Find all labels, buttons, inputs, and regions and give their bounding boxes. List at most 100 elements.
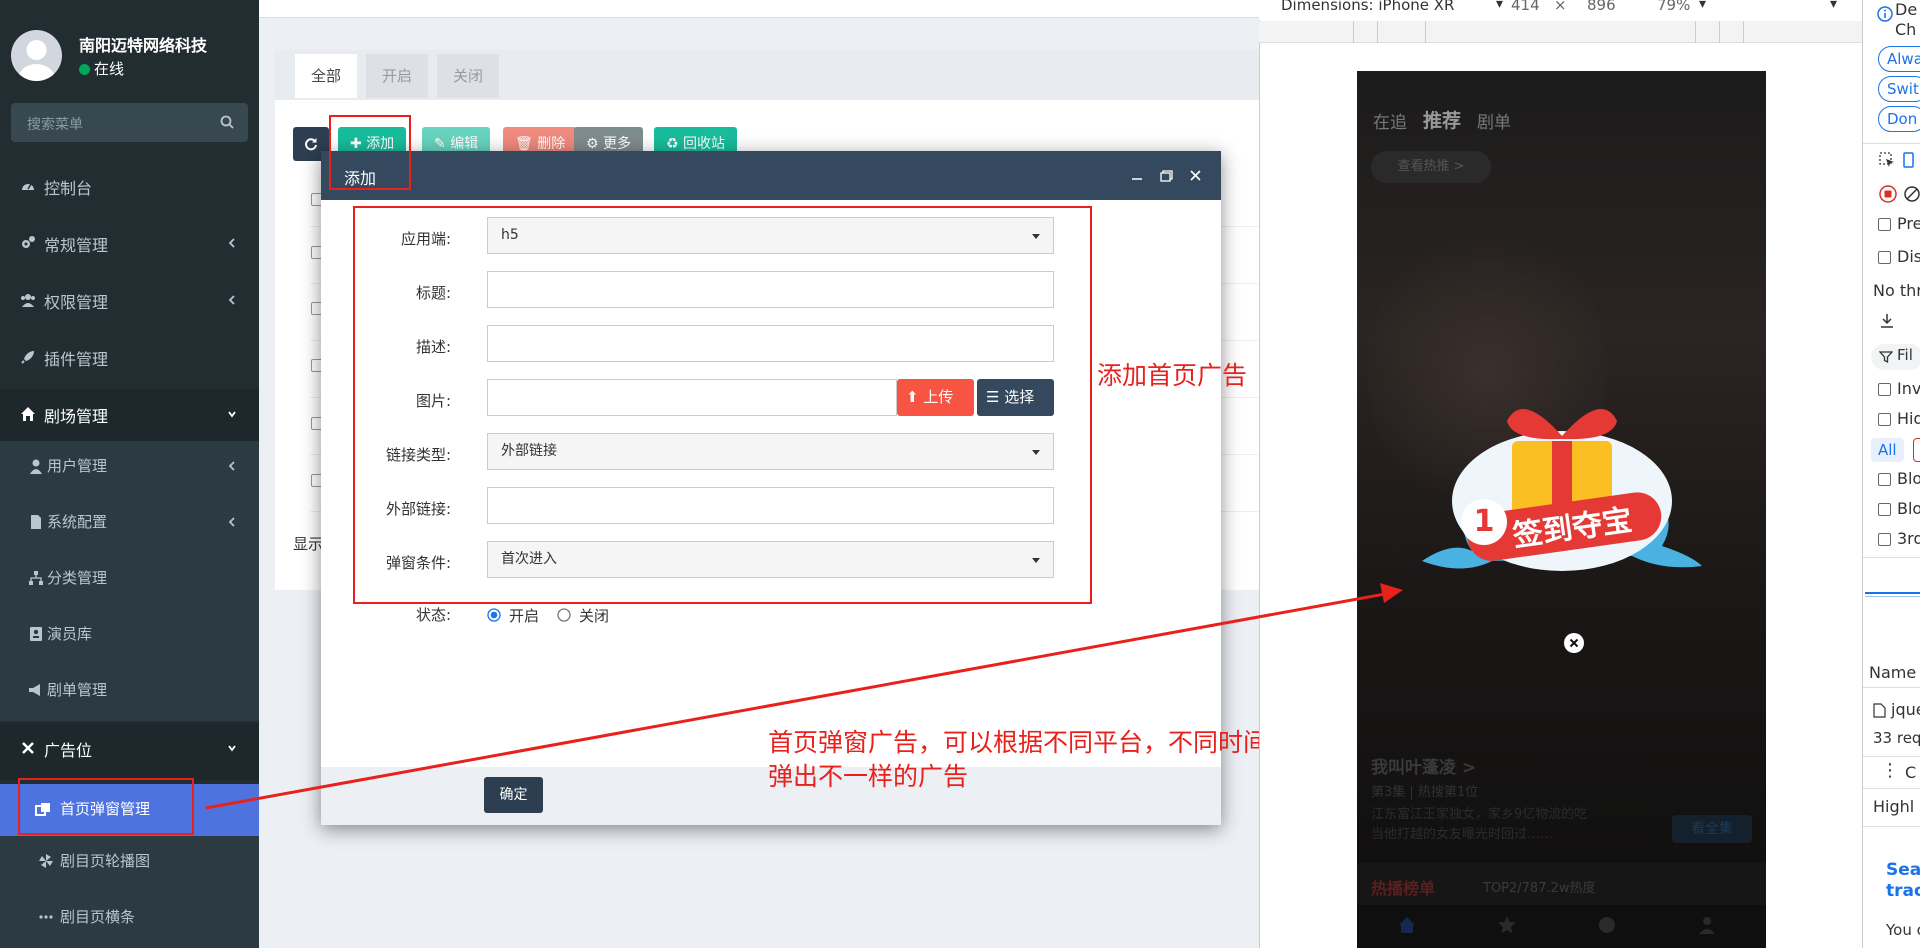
more-vertical-icon[interactable]: ⋮ <box>1881 760 1899 781</box>
app-tab-playlist[interactable]: 剧单 <box>1477 108 1511 133</box>
discover-icon[interactable] <box>1597 915 1617 935</box>
filter-type-button[interactable] <box>1913 438 1920 462</box>
more-label: 更多 <box>603 136 632 152</box>
sidebar-item-label: 剧目页轮播图 <box>60 852 151 870</box>
sidebar-item-dashboard[interactable]: 控制台 <box>0 161 259 211</box>
device-height[interactable]: 896 <box>1587 0 1616 14</box>
sidebar-item-users[interactable]: 用户管理 <box>0 441 259 497</box>
devtools-text[interactable]: jque <box>1891 700 1920 719</box>
sidebar-item-label: 用户管理 <box>47 457 108 475</box>
sidebar-item-label: 演员库 <box>47 625 93 643</box>
hide-checkbox[interactable] <box>1878 413 1891 426</box>
devtools-divider <box>1863 687 1920 688</box>
annotation-add-home-ad: 添加首页广告 <box>1097 361 1248 390</box>
devtools-text: Pre <box>1897 214 1920 233</box>
inspect-icon[interactable] <box>1879 152 1895 168</box>
sidebar-item-category[interactable]: 分类管理 <box>0 553 259 609</box>
sidebar-item-ads[interactable]: 广告位 <box>0 723 259 780</box>
tab-on[interactable]: 开启 <box>366 54 429 98</box>
pagination-info: 显示 <box>293 535 324 553</box>
device-zoom[interactable]: 79% <box>1657 0 1690 14</box>
devtools-text: Disa <box>1897 247 1920 266</box>
devtools-text: 33 req <box>1873 729 1920 747</box>
sidebar-item-label: 插件管理 <box>44 350 109 369</box>
sidebar-item-carousel[interactable]: 剧目页轮播图 <box>0 836 259 892</box>
sidebar-item-plugins[interactable]: 插件管理 <box>0 332 259 382</box>
online-status: 在线 <box>79 58 124 79</box>
avatar <box>11 30 62 81</box>
sidebar-item-general[interactable]: 常规管理 <box>0 218 259 268</box>
chevron-down-icon: ▾ <box>1496 0 1504 12</box>
devtools-text: You c <box>1886 921 1920 939</box>
block-checkbox[interactable] <box>1878 473 1891 486</box>
drama-subtitle: 第3集 | 热搜第1位 <box>1371 785 1479 800</box>
user-icon <box>30 459 42 474</box>
drama-desc-line2: 当他打越的女友曝光时回过…… <box>1371 827 1554 842</box>
clear-icon[interactable] <box>1903 185 1920 203</box>
confirm-button[interactable]: 确定 <box>484 777 543 813</box>
sidebar-item-system-config[interactable]: 系统配置 <box>0 497 259 553</box>
recycle-icon: ♻ <box>666 136 684 152</box>
device-width[interactable]: 414 <box>1511 0 1540 14</box>
invert-checkbox[interactable] <box>1878 383 1891 396</box>
devtools-text: De <box>1895 0 1918 19</box>
popup-close-button[interactable] <box>1564 633 1584 653</box>
edit-label: 编辑 <box>450 136 479 152</box>
switch-button[interactable]: Swit <box>1878 76 1920 102</box>
record-icon[interactable] <box>1879 185 1897 203</box>
filter-all-button[interactable]: All <box>1871 438 1904 462</box>
status-label: 状态: <box>415 606 451 624</box>
radio-on[interactable] <box>487 608 501 622</box>
sidebar-item-label: 分类管理 <box>47 569 108 587</box>
annotation-box-menu <box>18 778 194 835</box>
hot-list-bar[interactable]: 热播榜单 TOP2/787.2w热度 <box>1357 863 1766 905</box>
maximize-icon[interactable] <box>1160 170 1173 182</box>
home-icon[interactable] <box>1397 915 1417 935</box>
minimize-icon[interactable] <box>1131 170 1143 182</box>
always-button[interactable]: Alwa <box>1878 46 1920 72</box>
close-icon[interactable] <box>1190 170 1201 181</box>
sidebar-item-actors[interactable]: 演员库 <box>0 609 259 665</box>
app-tab-recommend[interactable]: 推荐 <box>1423 106 1461 133</box>
dont-button[interactable]: Don <box>1878 106 1920 132</box>
hot-button[interactable]: 查看热推 > <box>1371 151 1491 183</box>
hot-list-title: 热播榜单 <box>1371 879 1436 898</box>
sidebar-item-playlist[interactable]: 剧单管理 <box>0 665 259 721</box>
id-card-icon <box>30 627 42 641</box>
search-icon[interactable] <box>220 115 234 129</box>
devtools-text: Sear <box>1886 860 1920 880</box>
profile-icon[interactable] <box>1697 915 1717 935</box>
device-toggle-icon[interactable] <box>1901 152 1917 168</box>
third-party-checkbox[interactable] <box>1878 533 1891 546</box>
device-dimensions[interactable]: Dimensions: iPhone XR <box>1281 0 1454 14</box>
sidebar-item-label: 广告位 <box>44 741 93 760</box>
chevron-left-icon <box>228 238 235 248</box>
timeline-bar <box>1865 596 1920 597</box>
timeline-bar <box>1865 592 1920 594</box>
annotation-box-form <box>353 206 1092 604</box>
filter-input[interactable]: Fil <box>1871 344 1920 370</box>
preserve-log-checkbox[interactable] <box>1878 218 1891 231</box>
info-icon <box>1877 6 1893 22</box>
user-panel: 南阳迈特网络科技 在线 <box>0 0 259 110</box>
tab-off[interactable]: 关闭 <box>437 54 500 98</box>
app-bottom-nav <box>1357 905 1766 948</box>
sidebar-item-permissions[interactable]: 权限管理 <box>0 275 259 325</box>
block-checkbox-2[interactable] <box>1878 503 1891 516</box>
chevron-left-icon <box>228 295 235 305</box>
gift-box-icon[interactable] <box>1412 381 1712 591</box>
menu-search[interactable]: 搜索菜单 <box>11 103 248 142</box>
star-icon[interactable] <box>1497 915 1517 935</box>
sidebar-item-banner-bar[interactable]: 剧目页横条 <box>0 892 259 948</box>
devtools-text: Bloc <box>1897 499 1920 518</box>
radio-off[interactable] <box>557 608 571 622</box>
download-icon[interactable] <box>1879 313 1895 329</box>
drama-title[interactable]: 我叫叶蓬凌 > <box>1371 753 1476 778</box>
disable-cache-checkbox[interactable] <box>1878 251 1891 264</box>
tab-all[interactable]: 全部 <box>295 54 358 98</box>
devtools-divider <box>1863 143 1920 144</box>
watch-all-button[interactable]: 看全集 <box>1672 815 1752 843</box>
app-tab-following[interactable]: 在追 <box>1373 108 1407 133</box>
refresh-icon <box>305 138 317 151</box>
sidebar-item-theater[interactable]: 剧场管理 <box>0 389 259 441</box>
